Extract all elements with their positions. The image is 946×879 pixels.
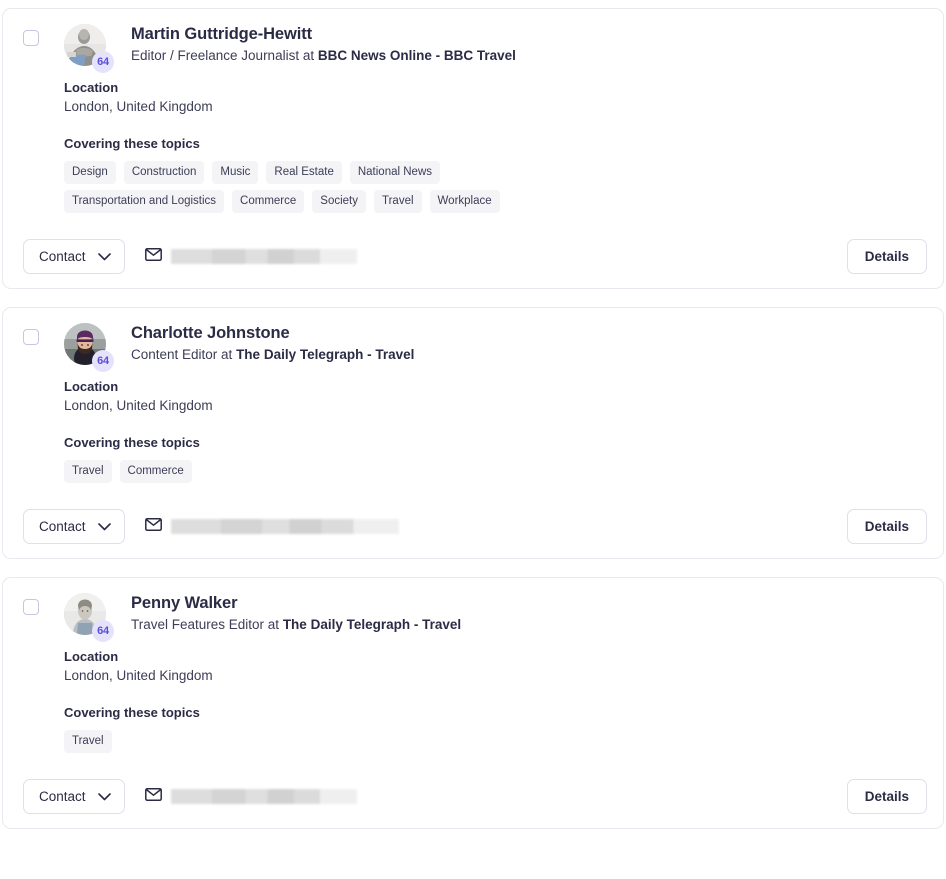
details-button[interactable]: Details [846,239,927,274]
row-select-checkbox[interactable] [23,599,39,615]
topics-label: Covering these topics [64,705,200,720]
card-footer: Contact Details [19,509,927,544]
topic-tag[interactable]: Music [212,161,259,184]
score-badge: 64 [92,620,114,642]
card-footer: Contact Details [19,779,927,814]
card-header: 64 Charlotte Johnstone Content Editor at… [19,322,927,372]
email-group [144,787,357,806]
topic-tag-list: Travel Commerce [64,460,584,483]
contact-button[interactable]: Contact [23,239,125,274]
identity-block: Martin Guttridge-Hewitt Editor / Freelan… [131,23,516,66]
contact-button-label: Contact [39,789,86,804]
topic-tag-list: Design Construction Music Real Estate Nation… [64,161,584,213]
card-body: Location London, United Kingdom Covering… [19,377,927,483]
person-role-prefix: Travel Features Editor at [131,617,283,632]
person-role-prefix: Content Editor at [131,347,237,362]
identity-block: Penny Walker Travel Features Editor at T… [131,592,461,635]
person-role: Editor / Freelance Journalist at BBC New… [131,46,516,66]
location-value: London, United Kingdom [64,398,213,413]
topic-tag[interactable]: Society [312,190,366,213]
email-group [144,517,399,536]
person-role-prefix: Editor / Freelance Journalist at [131,48,318,63]
topics-label: Covering these topics [64,136,200,151]
contact-button[interactable]: Contact [23,779,125,814]
topic-tag[interactable]: Travel [374,190,422,213]
details-button[interactable]: Details [846,779,927,814]
row-select-checkbox[interactable] [23,30,39,46]
chevron-down-icon [97,249,111,264]
card-body: Location London, United Kingdom Covering… [19,78,927,213]
topic-tag[interactable]: Commerce [119,460,192,483]
person-role-outlet: The Daily Telegraph - Travel [236,347,415,362]
profile-card-charlotte-johnstone: 64 Charlotte Johnstone Content Editor at… [2,307,944,559]
row-select-checkbox[interactable] [23,329,39,345]
profile-card-martin-guttridge-hewitt: 64 Martin Guttridge-Hewitt Editor / Free… [2,8,944,289]
contact-button-label: Contact [39,249,86,264]
topic-tag[interactable]: Commerce [232,190,305,213]
mail-icon [144,247,162,266]
contact-button-label: Contact [39,519,86,534]
topics-label: Covering these topics [64,435,200,450]
person-name: Penny Walker [131,594,238,612]
email-group [144,247,357,266]
chevron-down-icon [97,519,111,534]
email-address-redacted[interactable] [170,519,399,534]
topic-tag[interactable]: Travel [64,730,112,753]
avatar-wrapper: 64 [64,323,114,372]
location-label: Location [64,80,119,95]
person-role: Travel Features Editor at The Daily Tele… [131,615,461,635]
person-role: Content Editor at The Daily Telegraph - … [131,345,414,365]
mail-icon [144,517,162,536]
identity-block: Charlotte Johnstone Content Editor at Th… [131,322,414,365]
topic-tag[interactable]: National News [349,161,441,184]
topic-tag[interactable]: Travel [64,460,112,483]
location-label: Location [64,649,119,664]
person-role-outlet: The Daily Telegraph - Travel [282,617,462,632]
topic-tag[interactable]: Real Estate [266,161,342,184]
contact-button[interactable]: Contact [23,509,125,544]
location-label: Location [64,379,119,394]
person-role-outlet: BBC News Online - BBC Travel [317,48,516,63]
avatar-wrapper: 64 [64,593,114,642]
details-button[interactable]: Details [846,509,927,544]
location-value: London, United Kingdom [64,99,213,114]
person-name: Martin Guttridge-Hewitt [131,25,313,43]
mail-icon [144,787,162,806]
profile-card-penny-walker: 64 Penny Walker Travel Features Editor a… [2,577,944,829]
person-name: Charlotte Johnstone [131,324,290,342]
chevron-down-icon [97,789,111,804]
topic-tag-list: Travel [64,730,584,753]
topic-tag[interactable]: Transportation and Logistics [64,190,225,213]
topic-tag[interactable]: Construction [123,161,205,184]
score-badge: 64 [92,51,114,73]
profile-card-list: 64 Martin Guttridge-Hewitt Editor / Free… [0,0,946,839]
score-badge: 64 [92,350,114,372]
topic-tag[interactable]: Design [64,161,116,184]
card-body: Location London, United Kingdom Covering… [19,647,927,753]
avatar-wrapper: 64 [64,24,114,73]
location-value: London, United Kingdom [64,668,213,683]
email-address-redacted[interactable] [170,789,357,804]
card-header: 64 Penny Walker Travel Features Editor a… [19,592,927,642]
topic-tag[interactable]: Workplace [429,190,500,213]
email-address-redacted[interactable] [170,249,357,264]
card-footer: Contact Details [19,239,927,274]
card-header: 64 Martin Guttridge-Hewitt Editor / Free… [19,23,927,73]
